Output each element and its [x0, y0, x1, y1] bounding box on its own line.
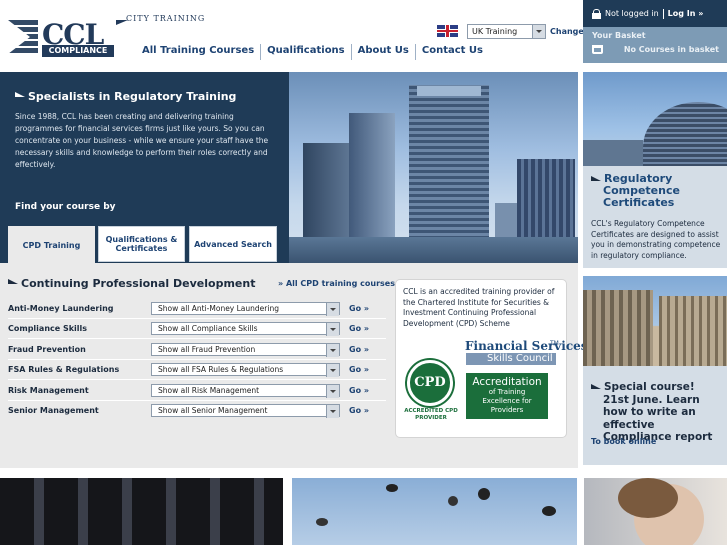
cpd-row-select[interactable]: Show all Anti-Money Laundering: [151, 301, 340, 316]
triangle-icon: [591, 176, 601, 181]
nav-all-training-courses[interactable]: All Training Courses: [140, 44, 260, 60]
login-status: Not logged in: [605, 9, 659, 18]
cpd-row: Risk Management Show all Risk Management…: [8, 380, 386, 401]
cpd-heading-text: Continuing Professional Development: [21, 277, 256, 290]
cpd-row: Compliance Skills Show all Compliance Sk…: [8, 318, 386, 339]
fs-trademark: TM: [550, 340, 559, 347]
uk-flag-icon: [437, 25, 458, 37]
bank-of-england-image[interactable]: [583, 276, 727, 366]
cpd-row-label: Fraud Prevention: [8, 344, 86, 354]
hero-text: Since 1988, CCL has been creating and de…: [15, 112, 269, 169]
cpd-go-button[interactable]: Go »: [349, 365, 369, 374]
cpd-row-select[interactable]: Show all Senior Management: [151, 404, 340, 418]
chevron-down-icon: [532, 24, 545, 38]
accreditation-text: CCL is an accredited training provider o…: [403, 287, 555, 328]
tab-cpd-training[interactable]: CPD Training: [8, 226, 95, 264]
nav-about-us[interactable]: About Us: [350, 44, 415, 60]
logo-tagline: CITY TRAINING: [126, 14, 206, 23]
accreditation-badge-heading: Accreditation: [472, 376, 542, 388]
all-cpd-link[interactable]: » All CPD training courses: [278, 279, 395, 288]
cpd-row-label: FSA Rules & Regulations: [8, 364, 120, 374]
fs-skills-council-sub: Skills Council: [484, 353, 556, 365]
promo-title-rcc[interactable]: Regulatory Competence Certificates: [591, 173, 721, 209]
find-course-label: Find your course by: [15, 202, 116, 212]
triangle-icon: [591, 384, 601, 389]
smiling-woman-image: [584, 478, 727, 545]
cpd-row-select-value: Show all Fraud Prevention: [158, 344, 256, 354]
cpd-row-label: Anti-Money Laundering: [8, 303, 114, 313]
fs-bar: [466, 353, 484, 365]
login-strip: Not logged in Log In »: [583, 0, 727, 27]
cpd-go-button[interactable]: Go »: [349, 406, 369, 415]
cpd-go-button[interactable]: Go »: [349, 324, 369, 333]
main-nav: All Training Courses Qualifications Abou…: [140, 44, 489, 60]
fs-skills-council-title: Financial Services: [465, 339, 588, 353]
region-change-link[interactable]: Change: [550, 27, 584, 36]
basket-title: Your Basket: [592, 31, 646, 40]
cpd-row-select[interactable]: Show all Fraud Prevention: [151, 342, 340, 357]
chevron-down-icon: [326, 322, 339, 336]
cpd-row: Senior Management Show all Senior Manage…: [8, 400, 386, 421]
chevron-down-icon: [326, 384, 339, 398]
chevron-down-icon: [326, 302, 339, 316]
chevron-down-icon: [326, 343, 339, 357]
hero-title-text: Specialists in Regulatory Training: [28, 90, 237, 103]
logo-mark-icon: [8, 20, 38, 54]
login-link[interactable]: Log In »: [668, 9, 704, 18]
cpd-go-button[interactable]: Go »: [349, 304, 369, 313]
accreditation-badge: Accreditation of Training Excellence for…: [466, 373, 548, 419]
business-people-image: [0, 478, 283, 545]
tab-advanced-search[interactable]: Advanced Search: [189, 226, 277, 262]
promo-title-rcc-text: Regulatory Competence Certificates: [603, 172, 680, 209]
region-select[interactable]: UK Training: [467, 23, 546, 39]
skyscrapers-image: [289, 72, 578, 263]
login-divider: [662, 8, 664, 19]
basket-panel[interactable]: Your Basket No Courses in basket: [583, 27, 727, 63]
cpd-row: Anti-Money Laundering Show all Anti-Mone…: [8, 298, 386, 319]
cpd-row-select[interactable]: Show all Compliance Skills: [151, 321, 340, 336]
triangle-icon: [8, 279, 18, 284]
cpd-row-label: Compliance Skills: [8, 323, 88, 333]
book-online-link[interactable]: To book online: [591, 437, 656, 446]
nav-contact-us[interactable]: Contact Us: [414, 44, 489, 60]
cpd-row-label: Risk Management: [8, 385, 89, 395]
chevron-down-icon: [326, 405, 339, 418]
promo-text-rcc: CCL's Regulatory Competence Certificates…: [591, 219, 721, 260]
chevron-down-icon: [326, 363, 339, 377]
cpd-badge: CPD: [407, 360, 453, 406]
logo-sub: COMPLIANCE: [42, 45, 114, 57]
triangle-icon: [15, 92, 25, 97]
promo-title-course-text: Special course! 21st June. Learn how to …: [603, 381, 713, 443]
cpd-row: FSA Rules & Regulations Show all FSA Rul…: [8, 359, 386, 380]
cpd-row-select-value: Show all Anti-Money Laundering: [158, 303, 279, 313]
cpd-heading: Continuing Professional Development: [8, 277, 255, 290]
cpd-row: Fraud Prevention Show all Fraud Preventi…: [8, 339, 386, 360]
cpd-badge-caption: ACCREDITED CPD PROVIDER: [404, 408, 458, 421]
cpd-go-button[interactable]: Go »: [349, 386, 369, 395]
region-selector: UK Training Change: [437, 23, 584, 39]
cpd-row-select[interactable]: Show all Risk Management: [151, 383, 340, 398]
cpd-row-select[interactable]: Show all FSA Rules & Regulations: [151, 362, 340, 377]
birds-sky-image: [292, 478, 577, 545]
region-select-value: UK Training: [472, 26, 518, 36]
hero-title: Specialists in Regulatory Training: [15, 90, 236, 103]
cpd-go-button[interactable]: Go »: [349, 345, 369, 354]
cpd-row-select-value: Show all Compliance Skills: [158, 323, 258, 333]
cpd-row-label: Senior Management: [8, 406, 99, 415]
lock-icon: [592, 8, 601, 19]
tab-qualifications-certificates[interactable]: Qualifications & Certificates: [98, 226, 185, 262]
accreditation-badge-sub: of Training Excellence for Providers: [482, 388, 532, 414]
cpd-row-select-value: Show all FSA Rules & Regulations: [158, 364, 284, 374]
cpd-row-select-value: Show all Risk Management: [158, 385, 260, 395]
city-hall-image[interactable]: [583, 72, 727, 166]
cart-icon: [592, 45, 603, 54]
promo-title-course[interactable]: Special course! 21st June. Learn how to …: [591, 381, 721, 444]
cpd-row-select-value: Show all Senior Management: [158, 406, 268, 415]
basket-status: No Courses in basket: [623, 45, 719, 54]
nav-qualifications[interactable]: Qualifications: [260, 44, 350, 60]
